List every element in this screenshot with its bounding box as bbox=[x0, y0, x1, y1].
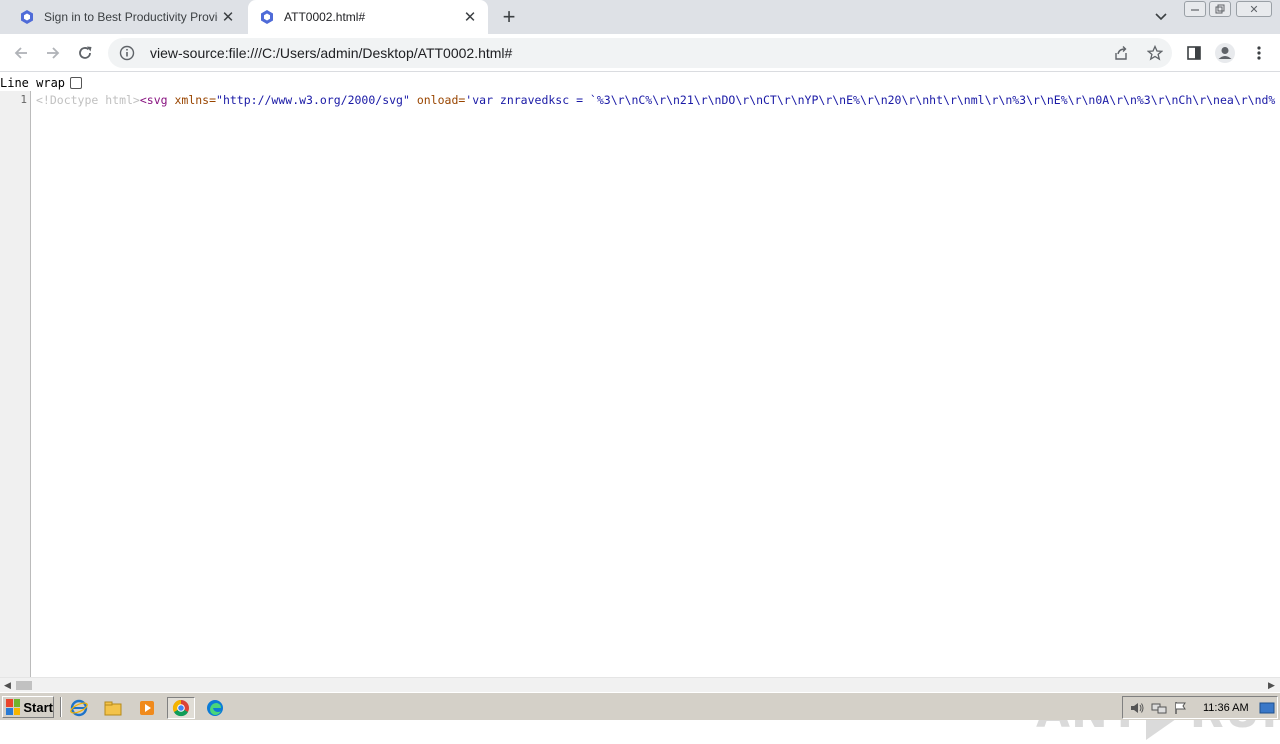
edge-icon[interactable] bbox=[203, 697, 227, 719]
forward-arrow-icon[interactable] bbox=[40, 41, 66, 65]
productivity-app-icon bbox=[18, 8, 36, 26]
line-number-gutter: 1 bbox=[0, 91, 31, 678]
taskbar: Start 11:36 AM bbox=[0, 692, 1280, 720]
back-arrow-icon[interactable] bbox=[8, 41, 34, 65]
volume-icon[interactable] bbox=[1129, 700, 1145, 716]
code-tag: <svg bbox=[139, 93, 175, 107]
internet-explorer-icon[interactable] bbox=[67, 697, 91, 719]
taskbar-separator bbox=[60, 697, 62, 717]
line-wrap-label: Line wrap bbox=[0, 76, 66, 90]
url-text[interactable]: view-source:file:///C:/Users/admin/Deskt… bbox=[150, 45, 512, 61]
browser-toolbar: view-source:file:///C:/Users/admin/Deskt… bbox=[0, 34, 1280, 72]
productivity-app-icon bbox=[258, 8, 276, 26]
tab-search-chevron-icon[interactable] bbox=[1150, 7, 1172, 27]
media-player-icon[interactable] bbox=[135, 697, 159, 719]
side-panel-icon[interactable] bbox=[1181, 40, 1207, 66]
close-window-icon[interactable]: ✕ bbox=[1236, 1, 1272, 17]
tab-att0002[interactable]: ATT0002.html# ✕ bbox=[248, 0, 488, 34]
horizontal-scrollbar[interactable]: ◀ ▶ bbox=[0, 677, 1280, 692]
network-icon[interactable] bbox=[1151, 700, 1167, 716]
code-doctype: <!Doctype html> bbox=[36, 93, 140, 107]
line-number: 1 bbox=[20, 93, 27, 106]
minimize-window-icon[interactable] bbox=[1184, 1, 1206, 17]
code-value-xmlns: "http://www.w3.org/2000/svg" bbox=[216, 93, 410, 107]
chrome-taskbar-icon[interactable] bbox=[167, 697, 195, 719]
line-wrap-control[interactable]: Line wrap bbox=[0, 75, 83, 91]
scroll-left-arrow-icon[interactable]: ◀ bbox=[4, 680, 11, 691]
reload-icon[interactable] bbox=[72, 41, 98, 65]
close-tab-icon[interactable]: ✕ bbox=[218, 7, 238, 27]
bookmark-star-icon[interactable] bbox=[1144, 42, 1166, 64]
show-desktop-icon[interactable] bbox=[1259, 700, 1275, 716]
address-bar[interactable]: view-source:file:///C:/Users/admin/Deskt… bbox=[108, 38, 1172, 68]
view-source-content: Line wrap 1 <!Doctype html><svg xmlns="h… bbox=[0, 73, 1280, 740]
start-button[interactable]: Start bbox=[2, 696, 54, 718]
tab-sign-in[interactable]: Sign in to Best Productivity Provider ✕ bbox=[8, 0, 246, 34]
system-tray: 11:36 AM bbox=[1122, 696, 1278, 719]
tab-strip: Sign in to Best Productivity Provider ✕ … bbox=[0, 0, 1280, 34]
start-label: Start bbox=[23, 699, 53, 715]
file-explorer-icon[interactable] bbox=[101, 697, 125, 719]
kebab-menu-icon[interactable] bbox=[1246, 40, 1272, 66]
new-tab-button[interactable]: + bbox=[496, 4, 522, 29]
taskbar-clock[interactable]: 11:36 AM bbox=[1203, 702, 1249, 714]
scroll-right-arrow-icon[interactable]: ▶ bbox=[1268, 680, 1275, 691]
scrollbar-thumb[interactable] bbox=[16, 681, 32, 690]
restore-window-icon[interactable] bbox=[1209, 1, 1231, 17]
action-center-flag-icon[interactable] bbox=[1173, 700, 1189, 716]
profile-avatar-icon[interactable] bbox=[1212, 40, 1238, 66]
source-code-line: <!Doctype html><svg xmlns="http://www.w3… bbox=[36, 93, 1280, 107]
line-wrap-checkbox[interactable] bbox=[70, 77, 83, 89]
share-icon[interactable] bbox=[1110, 42, 1132, 64]
code-attr-xmlns: xmlns= bbox=[174, 93, 217, 107]
code-attr-onload: onload= bbox=[409, 93, 466, 107]
tab-title: ATT0002.html# bbox=[284, 10, 366, 24]
windows-logo-icon bbox=[6, 699, 21, 715]
close-tab-icon[interactable]: ✕ bbox=[460, 7, 480, 27]
code-value-onload: 'var znravedksc = `%3\r\nC%\r\n21\r\nDO\… bbox=[465, 93, 1276, 107]
site-info-icon[interactable] bbox=[118, 44, 136, 62]
tab-title: Sign in to Best Productivity Provider bbox=[44, 10, 218, 24]
